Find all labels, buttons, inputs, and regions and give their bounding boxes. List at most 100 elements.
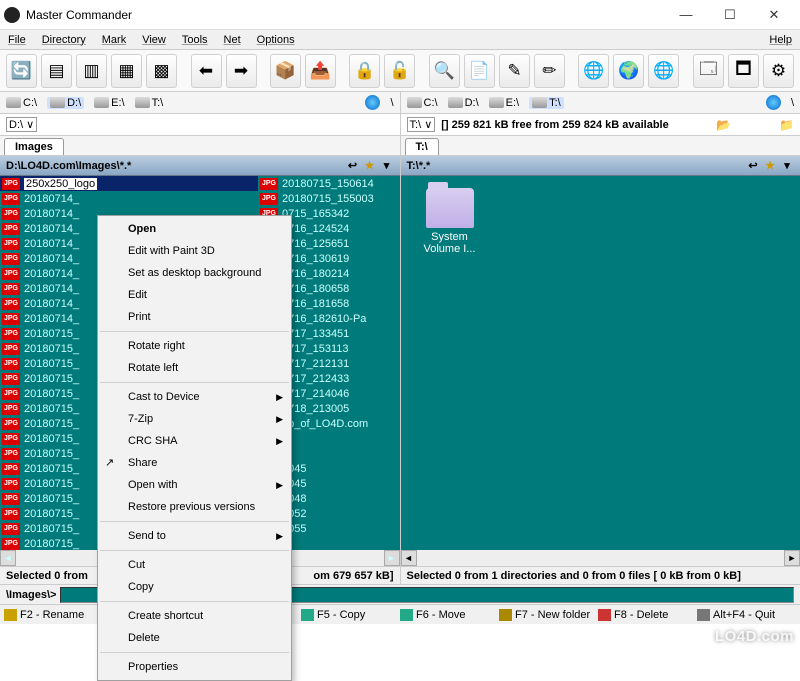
network-icon[interactable] — [365, 95, 380, 110]
menu-tools[interactable]: Tools — [182, 34, 208, 46]
refresh-button[interactable]: 🔄 — [6, 54, 37, 88]
scroll-left-icon[interactable]: ◄ — [401, 550, 417, 566]
drive-tab-D[interactable]: D:\ — [448, 97, 479, 109]
menu-item-properties[interactable]: Properties — [98, 656, 291, 678]
star-icon[interactable]: ★ — [763, 159, 777, 173]
menu-item-rotate-left[interactable]: Rotate left — [98, 357, 291, 379]
file-row[interactable]: JPG20180714_ — [0, 191, 258, 206]
menu-item-send-to[interactable]: Send to▶ — [98, 525, 291, 547]
drive-tab-C[interactable]: C:\ — [407, 97, 438, 109]
fkey-icon — [499, 609, 512, 621]
menu-item-7-zip[interactable]: 7-Zip▶ — [98, 408, 291, 430]
drive-tab-T[interactable]: T:\ — [135, 97, 164, 109]
star-icon[interactable]: ★ — [363, 159, 377, 173]
scroll-right-icon[interactable]: ► — [384, 550, 400, 566]
menu-help[interactable]: Help — [769, 34, 792, 46]
menu-separator — [100, 601, 289, 602]
fkey-F2[interactable]: F2 - Rename — [4, 609, 103, 621]
fkey-Alt+F4[interactable]: Alt+F4 - Quit — [697, 609, 796, 621]
view-grid-button[interactable]: ▩ — [146, 54, 177, 88]
right-drive-select[interactable]: T:\ ∨ — [407, 117, 436, 132]
menu-item-delete[interactable]: Delete — [98, 627, 291, 649]
right-scrollbar[interactable]: ◄ ► — [401, 550, 800, 566]
fkey-F6[interactable]: F6 - Move — [400, 609, 499, 621]
network-icon[interactable] — [766, 95, 781, 110]
right-tab-t[interactable]: T:\ — [405, 138, 439, 155]
history-icon[interactable]: ↩ — [346, 159, 360, 173]
scroll-right-icon[interactable]: ► — [784, 550, 800, 566]
drive-tab-D[interactable]: D:\ — [47, 97, 84, 109]
file-row[interactable]: JPG250x250_logo — [0, 176, 258, 191]
unlock-button[interactable]: 🔓 — [384, 54, 415, 88]
left-drive-select[interactable]: D:\ ∨ — [6, 117, 37, 132]
menu-options[interactable]: Options — [257, 34, 295, 46]
new-folder-icon[interactable]: 📁 — [779, 118, 794, 132]
edit-yellow-button[interactable]: ✏ — [534, 54, 565, 88]
fkey-F5[interactable]: F5 - Copy — [301, 609, 400, 621]
menu-item-cast-to-device[interactable]: Cast to Device▶ — [98, 386, 291, 408]
close-button[interactable]: ✕ — [752, 1, 796, 29]
drive-tab-T[interactable]: T:\ — [529, 97, 564, 109]
drive-icon — [6, 97, 21, 108]
lock-button[interactable]: 🔒 — [349, 54, 380, 88]
pack-button[interactable]: 📦 — [270, 54, 301, 88]
menu-item-rotate-right[interactable]: Rotate right — [98, 335, 291, 357]
panel2-button[interactable]: 🗖 — [728, 54, 759, 88]
dropdown-icon[interactable]: ▾ — [380, 159, 394, 173]
folder-system-volume[interactable]: System Volume I... — [413, 188, 487, 554]
jpg-icon: JPG — [2, 388, 20, 400]
right-file-list[interactable]: System Volume I... ◄ ► — [401, 176, 800, 566]
menu-item-open-with[interactable]: Open with▶ — [98, 474, 291, 496]
history-icon[interactable]: ↩ — [746, 159, 760, 173]
dropdown-icon[interactable]: ▾ — [780, 159, 794, 173]
file-row[interactable]: JPG20180715_150614 — [258, 176, 400, 191]
fkey-F7[interactable]: F7 - New folder — [499, 609, 598, 621]
menu-item-share[interactable]: ↗Share — [98, 452, 291, 474]
view-detail-button[interactable]: ▥ — [76, 54, 107, 88]
fkey-icon — [400, 609, 413, 621]
file-row[interactable]: JPG20180715_155003 — [258, 191, 400, 206]
menu-item-open[interactable]: Open — [98, 218, 291, 240]
menu-item-print[interactable]: Print — [98, 306, 291, 328]
menu-file[interactable]: File — [8, 34, 26, 46]
search-button[interactable]: 🔍 — [429, 54, 460, 88]
folder-icon[interactable]: 📂 — [716, 118, 731, 132]
jpg-icon: JPG — [2, 448, 20, 460]
left-tab-images[interactable]: Images — [4, 138, 64, 155]
menu-item-copy[interactable]: Copy — [98, 576, 291, 598]
globe-dl-button[interactable]: 🌐 — [578, 54, 609, 88]
panel-button[interactable]: 🗔 — [693, 54, 724, 88]
menu-item-edit[interactable]: Edit — [98, 284, 291, 306]
jpg-icon: JPG — [2, 268, 20, 280]
settings-button[interactable]: ⚙ — [763, 54, 794, 88]
unpack-button[interactable]: 📤 — [305, 54, 336, 88]
menu-view[interactable]: View — [142, 34, 166, 46]
menu-item-restore-previous-versions[interactable]: Restore previous versions — [98, 496, 291, 518]
menu-mark[interactable]: Mark — [102, 34, 126, 46]
menu-net[interactable]: Net — [224, 34, 241, 46]
minimize-button[interactable]: — — [664, 1, 708, 29]
scroll-left-icon[interactable]: ◄ — [0, 550, 16, 566]
notes-button[interactable]: 📄 — [464, 54, 495, 88]
back-arrow-button[interactable]: ⬅ — [191, 54, 222, 88]
drive-tab-E[interactable]: E:\ — [94, 97, 124, 109]
jpg-icon: JPG — [2, 403, 20, 415]
maximize-button[interactable]: ☐ — [708, 1, 752, 29]
drive-tab-C[interactable]: C:\ — [6, 97, 37, 109]
menu-item-cut[interactable]: Cut — [98, 554, 291, 576]
fwd-arrow-button[interactable]: ➡ — [226, 54, 257, 88]
edit-button[interactable]: ✎ — [499, 54, 530, 88]
view-dual-button[interactable]: ▦ — [111, 54, 142, 88]
menu-item-create-shortcut[interactable]: Create shortcut — [98, 605, 291, 627]
globe-button[interactable]: 🌍 — [613, 54, 644, 88]
view-list-button[interactable]: ▤ — [41, 54, 72, 88]
drive-tab-E[interactable]: E:\ — [489, 97, 519, 109]
menu-item-edit-with-paint-3d[interactable]: Edit with Paint 3D — [98, 240, 291, 262]
menu-directory[interactable]: Directory — [42, 34, 86, 46]
right-pane: C:\D:\E:\T:\ \ T:\ ∨ [] 259 821 kB free … — [401, 92, 800, 584]
fkey-F8[interactable]: F8 - Delete — [598, 609, 697, 621]
menu-item-crc-sha[interactable]: CRC SHA▶ — [98, 430, 291, 452]
menu-item-set-as-desktop-background[interactable]: Set as desktop background — [98, 262, 291, 284]
jpg-icon: JPG — [2, 508, 20, 520]
globe-link-button[interactable]: 🌐 — [648, 54, 679, 88]
